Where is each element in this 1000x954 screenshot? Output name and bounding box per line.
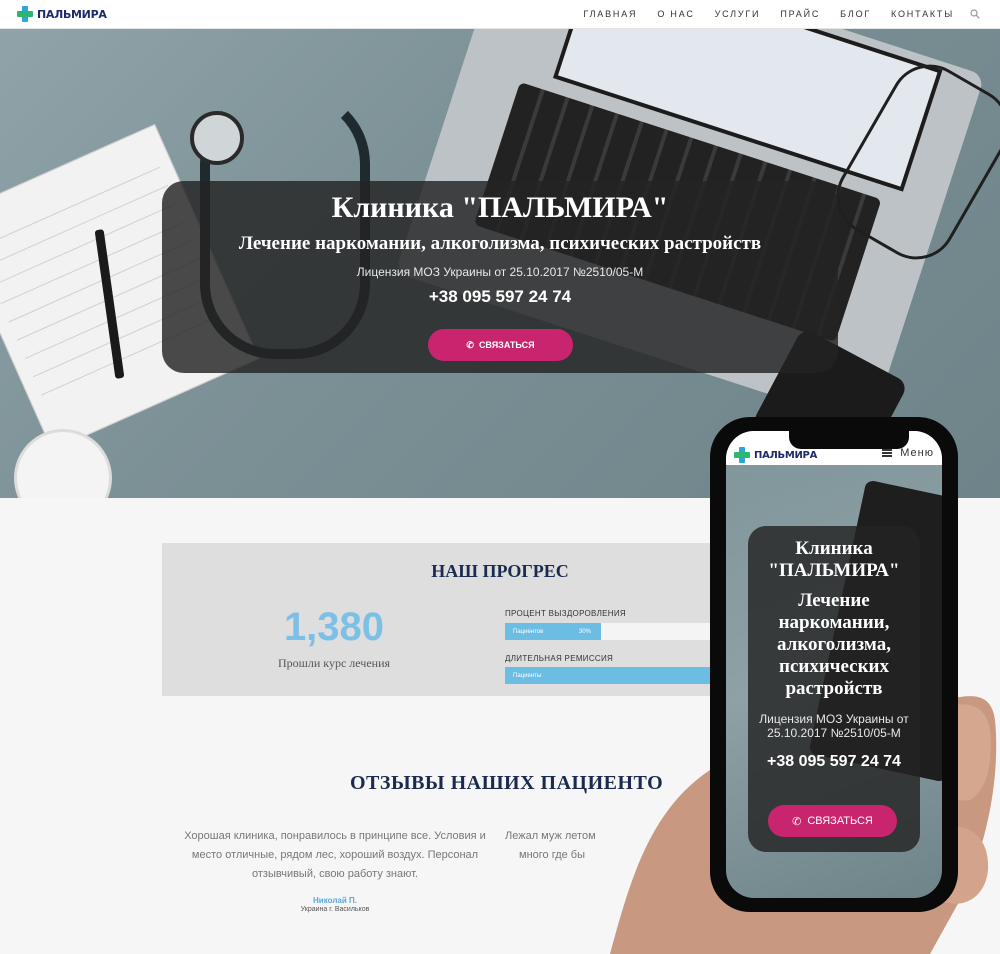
patients-counter-label: Прошли курс лечения	[277, 656, 391, 670]
search-icon[interactable]	[970, 9, 980, 19]
mobile-hero-phone[interactable]: +38 095 597 24 74	[748, 753, 920, 771]
top-nav: ПАЛЬМИРА ГЛАВНАЯ О НАС УСЛУГИ ПРАЙС БЛОГ…	[0, 0, 1000, 29]
nav-item-about[interactable]: О НАС	[657, 9, 694, 19]
review-location: Украина г. Васильков	[300, 906, 370, 913]
mobile-hero-title: Клиника "ПАЛЬМИРА"	[768, 538, 900, 581]
stethoscope-head-image	[190, 111, 244, 165]
hero-phone[interactable]: +38 095 597 24 74	[162, 287, 838, 307]
progress-bar-recovery: Пациентов 30%	[505, 623, 745, 640]
phone-icon: ✆	[466, 339, 474, 350]
contact-button-label: СВЯЗАТЬСЯ	[478, 340, 535, 350]
bar-fill-text: Пациентов	[513, 628, 544, 635]
progress-bar-fill: Пациентов 30%	[505, 623, 601, 640]
bar-percent: 30%	[578, 628, 591, 635]
nav-menu: ГЛАВНАЯ О НАС УСЛУГИ ПРАЙС БЛОГ КОНТАКТЫ	[563, 0, 980, 28]
bar-fill-text: Пациенты	[513, 672, 542, 679]
hero-subtitle: Лечение наркомании, алкоголизма, психиче…	[238, 233, 762, 254]
logo-text: ПАЛЬМИРА	[37, 7, 107, 21]
bar-label-recovery: ПРОЦЕНТ ВЫЗДОРОВЛЕНИЯ	[505, 609, 626, 618]
contact-button[interactable]: ✆ СВЯЗАТЬСЯ	[428, 329, 573, 361]
hero-title: Клиника "ПАЛЬМИРА"	[331, 191, 669, 224]
mobile-menu-label: Меню	[900, 447, 934, 459]
review-author: Николай П.	[313, 896, 357, 905]
hamburger-icon	[882, 449, 893, 457]
phone-icon: ✆	[792, 815, 802, 828]
medical-cross-icon	[734, 447, 750, 463]
mobile-contact-button[interactable]: ✆ СВЯЗАТЬСЯ	[768, 805, 897, 837]
medical-cross-icon	[17, 6, 33, 22]
mobile-hero-overlay: Клиника "ПАЛЬМИРА" Лечение наркомании, а…	[748, 526, 920, 852]
mobile-hero-license: Лицензия МОЗ Украины от 25.10.2017 №2510…	[759, 712, 909, 740]
phone-notch	[789, 431, 909, 449]
review-text: Хорошая клиника, понравилось в принципе …	[184, 830, 486, 880]
hero-license: Лицензия МОЗ Украины от 25.10.2017 №2510…	[356, 265, 644, 279]
nav-item-home[interactable]: ГЛАВНАЯ	[583, 9, 637, 19]
mobile-screen: ПАЛЬМИРА Меню Клиника "ПАЛЬМИРА" Лечение…	[726, 431, 942, 898]
hero-overlay: Клиника "ПАЛЬМИРА" Лечение наркомании, а…	[162, 181, 838, 373]
nav-item-blog[interactable]: БЛОГ	[840, 9, 871, 19]
nav-item-services[interactable]: УСЛУГИ	[715, 9, 761, 19]
mobile-logo[interactable]: ПАЛЬМИРА	[734, 447, 817, 463]
patients-counter: 1,380	[283, 605, 385, 649]
cup-image	[14, 429, 112, 498]
mobile-contact-button-label: СВЯЗАТЬСЯ	[807, 815, 873, 827]
mobile-logo-text: ПАЛЬМИРА	[754, 449, 818, 461]
mobile-phone-mockup: ПАЛЬМИРА Меню Клиника "ПАЛЬМИРА" Лечение…	[710, 417, 958, 912]
nav-item-contacts[interactable]: КОНТАКТЫ	[891, 9, 954, 19]
site-logo[interactable]: ПАЛЬМИРА	[17, 5, 107, 23]
mobile-hero-subtitle: Лечение наркомании, алкоголизма, психиче…	[777, 590, 891, 699]
nav-item-price[interactable]: ПРАЙС	[780, 9, 820, 19]
